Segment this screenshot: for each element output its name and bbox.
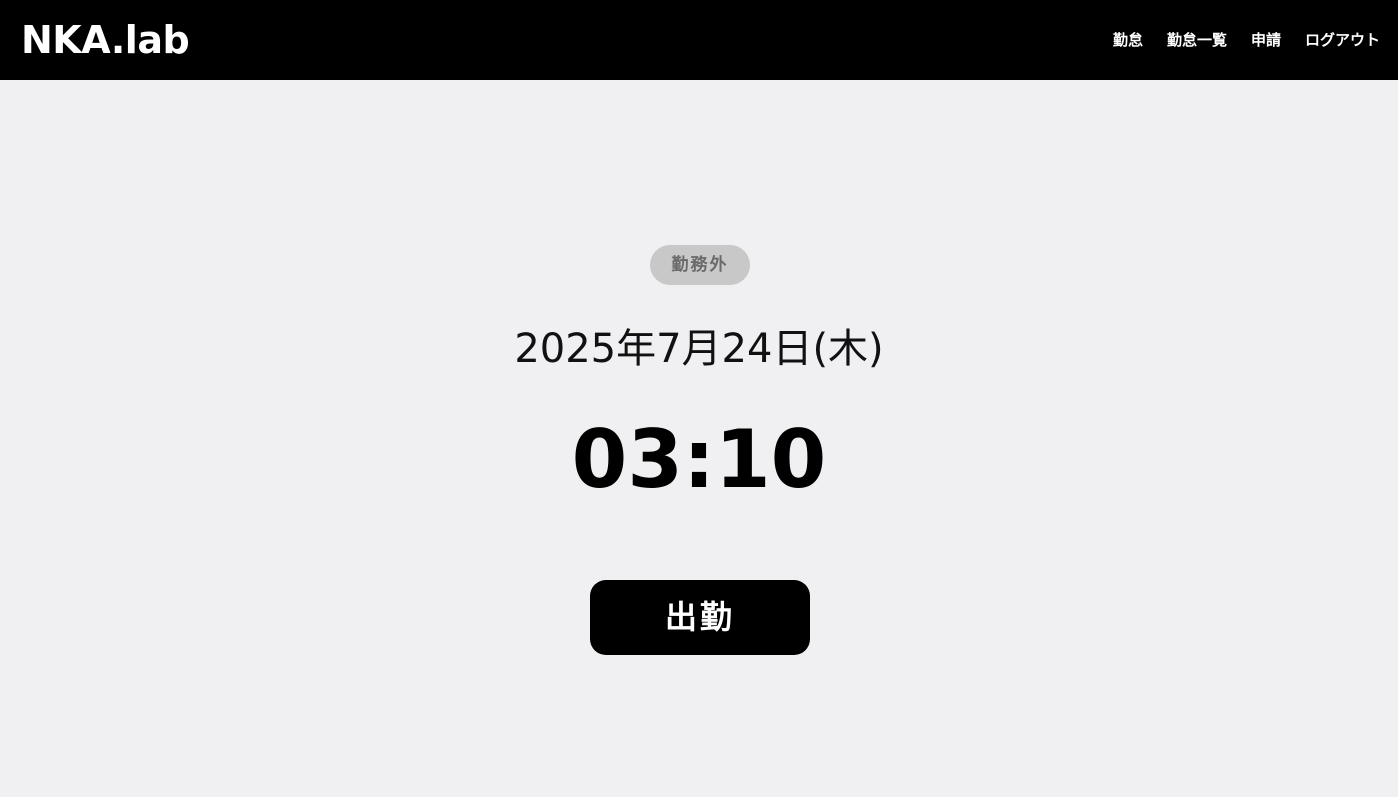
status-badge: 勤務外 xyxy=(650,245,750,285)
current-date: 2025年7月24日(木) xyxy=(514,326,884,372)
nav-logout[interactable]: ログアウト xyxy=(1305,28,1380,52)
site-logo[interactable]: NKA.lab xyxy=(21,16,190,64)
nav-attendance-list[interactable]: 勤怠一覧 xyxy=(1167,28,1227,52)
clock-in-button[interactable]: 出勤 xyxy=(590,580,810,655)
top-header: NKA.lab 勤怠 勤怠一覧 申請 ログアウト xyxy=(0,0,1398,80)
current-time: 03:10 xyxy=(571,413,827,506)
main-nav: 勤怠 勤怠一覧 申請 ログアウト xyxy=(1113,28,1380,52)
attendance-panel: 勤務外 2025年7月24日(木) 03:10 出勤 xyxy=(0,80,1398,797)
nav-request[interactable]: 申請 xyxy=(1251,28,1281,52)
nav-attendance[interactable]: 勤怠 xyxy=(1113,28,1143,52)
